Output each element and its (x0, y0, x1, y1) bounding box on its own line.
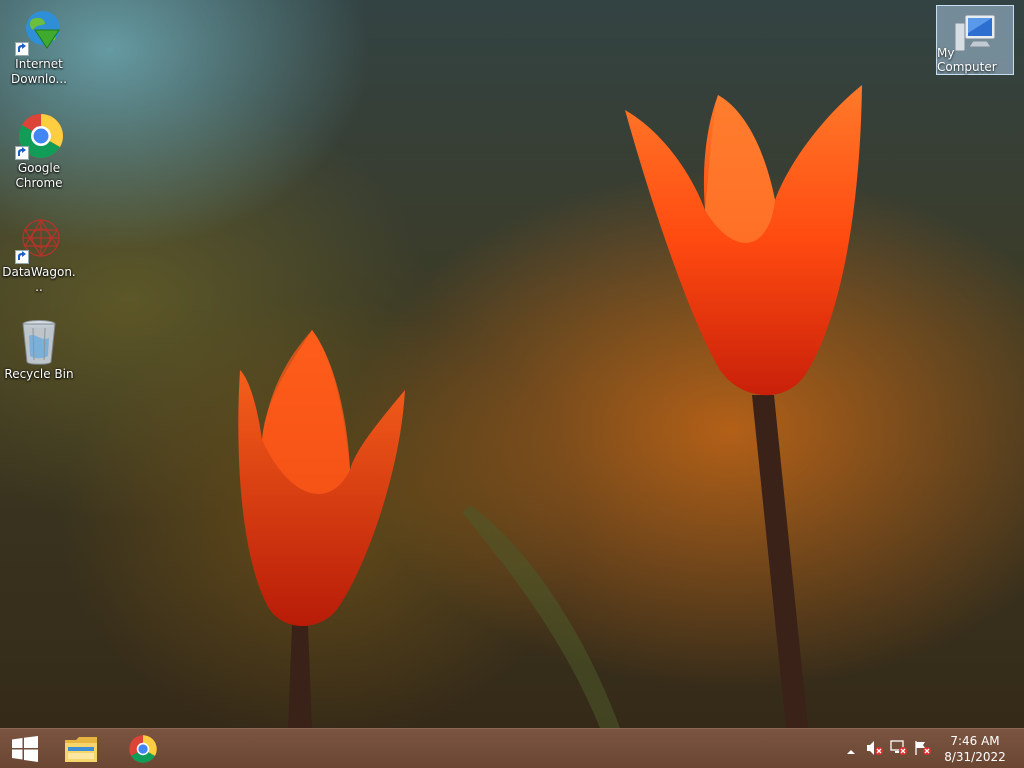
clock-date: 8/31/2022 (944, 750, 1006, 764)
desktop-icon-recycle-bin[interactable]: Recycle Bin (1, 318, 77, 382)
speaker-muted-icon[interactable] (866, 740, 884, 760)
taskbar-file-explorer-button[interactable] (56, 729, 106, 768)
desktop-icon-google-chrome[interactable]: Google Chrome (1, 112, 77, 191)
desktop-icon-label: Internet Downlo... (11, 57, 67, 86)
taskbar-clock[interactable]: 7:46 AM 8/31/2022 (940, 733, 1010, 765)
system-tray: 7:46 AM 8/31/2022 (834, 729, 1024, 768)
shortcut-arrow-icon (15, 146, 29, 160)
desktop-icon-label: Recycle Bin (4, 367, 74, 381)
desktop-icon-datawagon[interactable]: DataWagon... (1, 216, 77, 295)
datawagon-icon (15, 216, 63, 264)
chrome-icon (129, 734, 157, 763)
start-button[interactable] (0, 729, 50, 768)
recycle-bin-icon (15, 318, 63, 366)
taskbar-chrome-button[interactable] (118, 729, 168, 768)
windows-logo-icon (12, 735, 38, 762)
shortcut-arrow-icon (15, 42, 29, 56)
desktop-icon-my-computer[interactable]: My Computer (936, 5, 1014, 75)
computer-icon (951, 11, 999, 52)
desktop-icon-label: Google Chrome (15, 161, 63, 190)
taskbar: 7:46 AM 8/31/2022 (0, 728, 1024, 768)
wallpaper-tulips (238, 85, 862, 728)
chevron-up-icon[interactable] (846, 742, 856, 761)
chrome-icon (15, 112, 63, 160)
clock-time: 7:46 AM (950, 734, 1000, 748)
desktop[interactable]: Internet Downlo... Google Chrome DataWag… (0, 0, 1024, 728)
action-center-flag-icon[interactable] (914, 740, 932, 760)
shortcut-arrow-icon (15, 250, 29, 264)
folder-icon (65, 736, 97, 762)
idm-globe-icon (15, 8, 63, 56)
desktop-icon-label: DataWagon... (2, 265, 76, 294)
desktop-icon-internet-download-manager[interactable]: Internet Downlo... (1, 8, 77, 87)
network-icon[interactable] (890, 740, 908, 760)
